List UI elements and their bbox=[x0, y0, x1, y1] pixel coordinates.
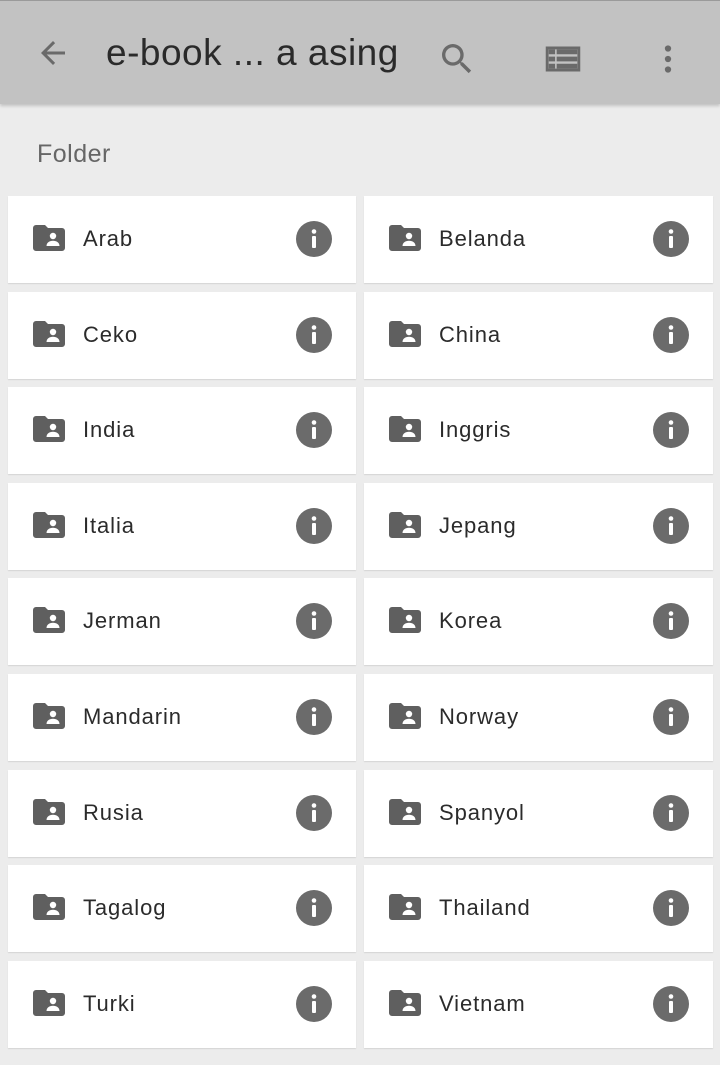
folder-label: Jepang bbox=[439, 512, 517, 538]
shared-folder-icon bbox=[389, 511, 421, 538]
arrow-back-icon bbox=[41, 41, 65, 65]
folder-label: Spanyol bbox=[439, 799, 525, 825]
folder-card[interactable]: Turki bbox=[8, 960, 356, 1048]
search-icon bbox=[442, 44, 472, 74]
folder-label: Ceko bbox=[83, 321, 138, 347]
folder-label: China bbox=[439, 321, 501, 347]
list-view-icon bbox=[545, 46, 581, 72]
shared-folder-icon bbox=[389, 989, 421, 1016]
folder-label: Korea bbox=[439, 608, 503, 634]
folder-card[interactable]: Italia bbox=[8, 482, 356, 570]
folder-grid: Arab Belanda Ceko China India Inggris It… bbox=[8, 196, 713, 1048]
search-button[interactable] bbox=[429, 31, 485, 87]
folder-card[interactable]: Arab bbox=[8, 196, 356, 283]
info-icon[interactable] bbox=[653, 890, 689, 927]
shared-folder-icon bbox=[33, 225, 65, 251]
shared-folder-icon bbox=[33, 320, 65, 347]
info-icon[interactable] bbox=[653, 412, 689, 449]
folder-label: Mandarin bbox=[83, 703, 182, 729]
shared-folder-icon bbox=[33, 511, 65, 538]
info-icon[interactable] bbox=[653, 794, 689, 831]
folder-label: Rusia bbox=[83, 799, 144, 825]
folder-card[interactable]: Thailand bbox=[364, 865, 713, 953]
folder-card[interactable]: Spanyol bbox=[364, 769, 713, 857]
folder-label: Thailand bbox=[439, 895, 531, 921]
info-icon[interactable] bbox=[296, 890, 332, 927]
info-icon[interactable] bbox=[653, 698, 689, 735]
info-icon[interactable] bbox=[296, 698, 332, 735]
folder-card[interactable]: Vietnam bbox=[364, 960, 713, 1048]
folder-card[interactable]: Jerman bbox=[8, 578, 356, 666]
folder-label: India bbox=[83, 417, 136, 443]
folder-label: Vietnam bbox=[439, 990, 526, 1016]
folder-card[interactable]: Inggris bbox=[364, 387, 713, 475]
folder-card[interactable]: China bbox=[364, 291, 713, 379]
folder-card[interactable]: Norway bbox=[364, 673, 713, 761]
back-button[interactable] bbox=[25, 25, 81, 81]
toolbar-title: e-book ... a asing bbox=[106, 32, 399, 73]
folder-label: Arab bbox=[83, 226, 134, 251]
shared-folder-icon bbox=[389, 798, 421, 825]
folder-card[interactable]: Jepang bbox=[364, 482, 713, 570]
shared-folder-icon bbox=[33, 702, 65, 729]
list-view-button[interactable] bbox=[535, 31, 591, 87]
info-icon[interactable] bbox=[653, 221, 689, 257]
shared-folder-icon bbox=[389, 320, 421, 347]
app-root: e-book ... a asing Folder Arab Belanda C… bbox=[0, 0, 720, 1065]
info-icon[interactable] bbox=[296, 412, 332, 449]
folder-card[interactable]: India bbox=[8, 387, 356, 475]
info-icon[interactable] bbox=[296, 794, 332, 831]
folder-label: Inggris bbox=[439, 417, 512, 443]
folder-label: Norway bbox=[439, 703, 519, 729]
info-icon[interactable] bbox=[296, 316, 332, 353]
folder-label: Jerman bbox=[83, 608, 162, 634]
folder-card[interactable]: Ceko bbox=[8, 291, 356, 379]
section-header: Folder bbox=[37, 140, 111, 168]
shared-folder-icon bbox=[389, 416, 421, 443]
shared-folder-icon bbox=[33, 607, 65, 634]
shared-folder-icon bbox=[389, 607, 421, 634]
info-icon[interactable] bbox=[296, 221, 332, 257]
info-icon[interactable] bbox=[296, 985, 332, 1022]
folder-label: Tagalog bbox=[83, 895, 167, 921]
info-icon[interactable] bbox=[653, 603, 689, 640]
shared-folder-icon bbox=[389, 894, 421, 921]
folder-card[interactable]: Tagalog bbox=[8, 865, 356, 953]
shared-folder-icon bbox=[33, 989, 65, 1016]
shared-folder-icon bbox=[33, 894, 65, 921]
info-icon[interactable] bbox=[653, 985, 689, 1022]
folder-label: Italia bbox=[83, 512, 135, 538]
folder-card[interactable]: Rusia bbox=[8, 769, 356, 857]
shared-folder-icon bbox=[389, 225, 421, 251]
more-options-button[interactable] bbox=[640, 31, 696, 87]
info-icon[interactable] bbox=[296, 507, 332, 544]
folder-card[interactable]: Korea bbox=[364, 578, 713, 666]
shared-folder-icon bbox=[389, 702, 421, 729]
toolbar: e-book ... a asing bbox=[0, 0, 720, 104]
info-icon[interactable] bbox=[653, 316, 689, 353]
folder-card[interactable]: Belanda bbox=[364, 196, 713, 283]
folder-card[interactable]: Mandarin bbox=[8, 673, 356, 761]
shared-folder-icon bbox=[33, 416, 65, 443]
folder-label: Turki bbox=[83, 990, 136, 1016]
shared-folder-icon bbox=[33, 798, 65, 825]
more-vertical-icon bbox=[664, 45, 672, 73]
folder-label: Belanda bbox=[439, 226, 527, 251]
info-icon[interactable] bbox=[653, 507, 689, 544]
info-icon[interactable] bbox=[296, 603, 332, 640]
